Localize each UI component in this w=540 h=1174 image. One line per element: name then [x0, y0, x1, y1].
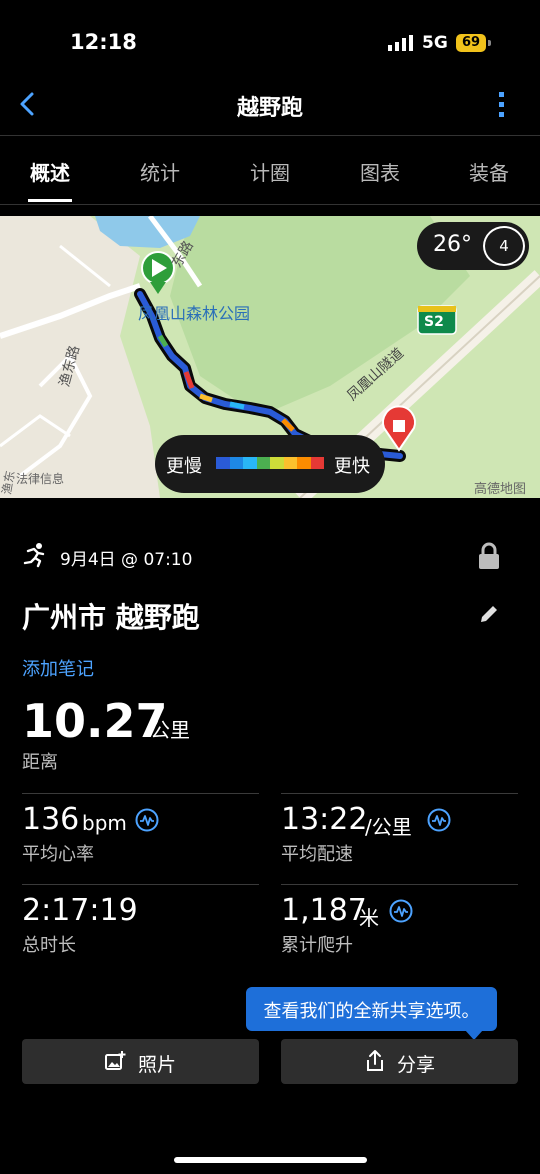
lock-icon[interactable] [476, 541, 502, 571]
wind-level-icon: 4 [483, 226, 525, 266]
pace-color-swatch [310, 457, 324, 469]
add-photo-icon [105, 1051, 126, 1070]
battery-level: 69 [456, 34, 486, 52]
pace-unit: /公里 [365, 815, 412, 839]
pace-value: 13:22 [281, 802, 368, 837]
pace-color-swatch [270, 457, 284, 469]
tooltip-text: 查看我们的全新共享选项。 [263, 1001, 480, 1022]
ascent-chart-icon[interactable] [389, 899, 413, 923]
activity-title: 广州市 越野跑 [22, 601, 200, 634]
share-button-label: 分享 [397, 1054, 436, 1076]
pace-color-swatch [297, 457, 311, 469]
pace-chart-icon[interactable] [427, 808, 451, 832]
share-icon [367, 1050, 383, 1071]
stat-divider [22, 884, 259, 885]
status-time: 12:18 [70, 30, 137, 54]
tab-gear[interactable]: 装备 [434, 157, 540, 186]
highway-badge-label: S2 [424, 314, 444, 330]
stat-divider [281, 793, 518, 794]
network-label: 5G [422, 33, 448, 53]
stat-divider [281, 884, 518, 885]
pace-color-swatch [229, 457, 243, 469]
temperature: 26° [433, 232, 472, 257]
pace-color-scale [216, 457, 324, 469]
legend-fast-label: 更快 [334, 456, 370, 477]
heart-rate-value: 136 [22, 802, 80, 837]
poi-label: 法律信息 [16, 472, 65, 486]
tab-stats[interactable]: 统计 [105, 157, 215, 186]
running-icon [23, 543, 45, 568]
pace-color-swatch [256, 457, 270, 469]
park-label: 凤凰山森林公园 [138, 304, 251, 323]
heart-rate-unit: bpm [82, 811, 127, 835]
edit-pencil-icon[interactable] [478, 603, 500, 625]
heart-rate-label: 平均心率 [22, 844, 94, 865]
distance-value: 10.27 [22, 694, 168, 748]
duration-value: 2:17:19 [22, 893, 138, 928]
activity-date: 9月4日 @ 07:10 [60, 550, 193, 570]
tab-laps[interactable]: 计圈 [215, 157, 325, 186]
pace-color-swatch [283, 457, 297, 469]
distance-unit: 公里 [150, 718, 190, 742]
stat-divider [22, 793, 259, 794]
page-title: 越野跑 [236, 96, 303, 121]
add-note-link[interactable]: 添加笔记 [22, 655, 94, 681]
active-tab-indicator [28, 199, 72, 202]
legend-slow-label: 更慢 [166, 456, 202, 477]
tab-charts[interactable]: 图表 [325, 157, 435, 186]
ascent-value: 1,187 [281, 893, 367, 928]
map-attribution: 高德地图 [474, 482, 527, 497]
pace-color-swatch [216, 457, 230, 469]
battery-icon: 69 [456, 34, 492, 52]
hr-chart-icon[interactable] [135, 808, 159, 832]
duration-label: 总时长 [22, 935, 76, 956]
more-options-icon[interactable] [496, 90, 508, 120]
tabs-divider [0, 204, 540, 205]
ascent-label: 累计爬升 [281, 935, 353, 956]
header-divider [0, 135, 540, 136]
signal-icon [388, 35, 413, 51]
home-indicator[interactable] [174, 1157, 367, 1163]
pace-color-swatch [243, 457, 257, 469]
pace-label: 平均配速 [281, 844, 353, 865]
photos-button-label: 照片 [138, 1054, 177, 1076]
ascent-unit: 米 [359, 906, 379, 930]
distance-label: 距离 [22, 752, 58, 773]
tab-overview[interactable]: 概述 [0, 157, 105, 186]
